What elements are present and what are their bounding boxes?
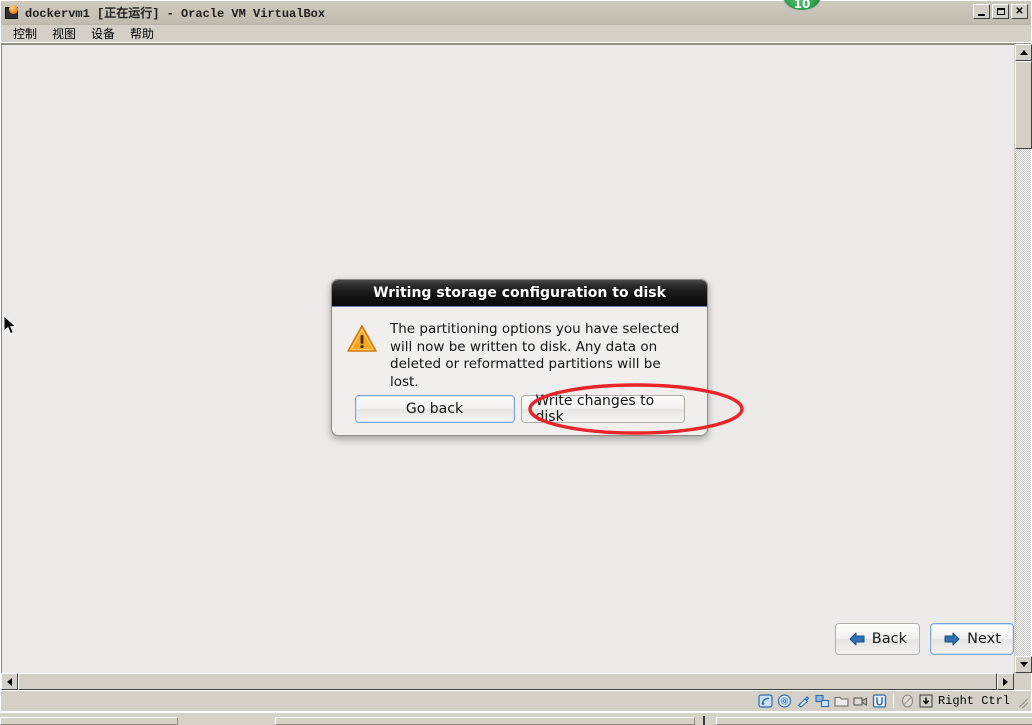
usb-icon[interactable] (794, 693, 813, 710)
warning-triangle-icon (346, 323, 378, 355)
dialog-title: Writing storage configuration to disk (373, 285, 666, 301)
menu-item-control[interactable]: 控制 (7, 26, 43, 42)
guest-additions-icon[interactable] (870, 693, 889, 710)
minimize-button[interactable] (973, 4, 990, 19)
next-button[interactable]: Next (930, 623, 1014, 655)
notification-badge-count: 10 (794, 0, 811, 10)
window-title: dockervm1 [正在运行] - Oracle VM VirtualBox (25, 4, 325, 21)
scroll-right-button[interactable] (997, 673, 1014, 690)
dialog-button-row: Go back Write changes to disk (332, 395, 707, 423)
arrow-right-icon (943, 632, 961, 646)
window-controls: ✕ (973, 4, 1028, 19)
mouse-integration-icon[interactable] (898, 693, 917, 710)
write-changes-to-disk-button-label: Write changes to disk (536, 393, 670, 425)
menu-item-help[interactable]: 帮助 (124, 26, 160, 42)
window-titlebar: dockervm1 [正在运行] - Oracle VM VirtualBox … (1, 1, 1031, 25)
host-key-label: Right Ctrl (938, 694, 1010, 708)
installer-navigation: Back Next (835, 623, 1014, 655)
dialog-message: The partitioning options you have select… (390, 321, 691, 391)
arrow-left-icon (848, 632, 866, 646)
write-changes-to-disk-button[interactable]: Write changes to disk (521, 395, 685, 423)
vertical-scroll-track[interactable] (1015, 61, 1031, 656)
go-back-button-label: Go back (406, 401, 463, 417)
menu-bar: 控制 视图 设备 帮助 (1, 25, 1031, 43)
horizontal-scroll-track[interactable] (18, 673, 997, 690)
maximize-button[interactable] (992, 4, 1009, 19)
status-separator (893, 694, 894, 708)
dialog-titlebar: Writing storage configuration to disk (332, 280, 707, 307)
back-button[interactable]: Back (835, 623, 920, 655)
close-button[interactable]: ✕ (1011, 4, 1028, 19)
guest-viewport: Back Next Writing storage confi (1, 43, 1031, 690)
scroll-left-button[interactable] (1, 673, 18, 690)
mouse-cursor (3, 315, 17, 337)
host-taskbar (0, 712, 1032, 724)
menu-item-devices[interactable]: 设备 (85, 26, 121, 42)
virtualbox-icon (5, 5, 21, 21)
horizontal-scroll-thumb[interactable] (18, 673, 997, 690)
optical-disk-icon[interactable] (775, 693, 794, 710)
menu-item-view[interactable]: 视图 (46, 26, 82, 42)
host-key-icon[interactable] (917, 693, 936, 710)
dialog-body: The partitioning options you have select… (332, 307, 707, 391)
virtualbox-window: dockervm1 [正在运行] - Oracle VM VirtualBox … (0, 0, 1032, 712)
resize-grip[interactable] (1015, 694, 1029, 708)
writing-storage-configuration-dialog: Writing storage configuration to disk Th… (331, 279, 708, 436)
back-button-label: Back (872, 631, 907, 647)
scroll-up-button[interactable] (1015, 44, 1032, 61)
guest-os-screen[interactable]: Back Next Writing storage confi (1, 44, 1014, 673)
scroll-down-button[interactable] (1015, 656, 1032, 673)
go-back-button[interactable]: Go back (355, 395, 515, 423)
hard-disk-icon[interactable] (756, 693, 775, 710)
vertical-scroll-thumb[interactable] (1015, 61, 1032, 149)
network-icon[interactable] (813, 693, 832, 710)
horizontal-scrollbar[interactable] (1, 673, 1031, 690)
video-capture-icon[interactable] (851, 693, 870, 710)
scrollbar-corner (1014, 673, 1031, 690)
vm-status-bar: Right Ctrl (1, 690, 1031, 711)
next-button-label: Next (967, 631, 1001, 647)
shared-folders-icon[interactable] (832, 693, 851, 710)
vertical-scrollbar[interactable] (1014, 44, 1031, 673)
